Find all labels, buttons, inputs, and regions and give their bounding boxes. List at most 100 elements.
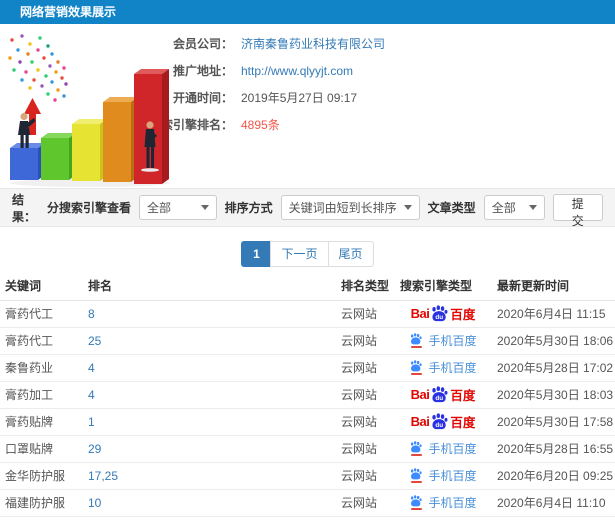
rank-link[interactable]: 1 <box>88 415 95 429</box>
rank-link[interactable]: 4 <box>88 361 95 375</box>
page-1-button[interactable]: 1 <box>241 241 272 267</box>
filter-bar: 结果： 分搜索引擎查看 全部 排序方式 关键词由短到长排序 文章类型 全部 提交 <box>0 188 615 228</box>
updated-cell: 2020年5月30日 17:58 <box>493 408 615 436</box>
table-row: 秦鲁药业 4 云网站 手机百度 2020年5月28日 17:02 <box>0 354 615 382</box>
engine-view-selected: 全部 <box>146 201 171 215</box>
mobile-baidu-paw-icon <box>409 441 423 456</box>
opened-time-row: 开通时间： 2019年5月27日 09:17 <box>140 84 615 111</box>
company-info-section: 会员公司： 济南秦鲁药业科技有限公司 推广地址： http://www.qlyy… <box>0 24 615 188</box>
engine-view-label: 分搜索引擎查看 <box>46 201 131 215</box>
mobile-baidu-logo: 手机百度 <box>409 494 477 511</box>
updated-cell: 2020年6月20日 09:25 <box>493 462 615 490</box>
table-row: 膏药代工 25 云网站 手机百度 2020年5月30日 18:06 <box>0 327 615 355</box>
pagination: 1 下一页 尾页 <box>0 241 615 267</box>
mobile-baidu-paw-icon <box>409 360 423 375</box>
keyword-cell: 膏药代工 <box>0 300 83 328</box>
page-title: 网络营销效果展示 <box>0 0 615 24</box>
chevron-down-icon <box>528 205 537 210</box>
results-label: 结果： <box>12 192 37 224</box>
table-header-row: 关键词 排名 排名类型 搜索引擎类型 最新更新时间 <box>0 272 615 301</box>
rank-count-value: 4895条 <box>241 118 280 132</box>
chevron-down-icon <box>403 205 412 210</box>
mobile-baidu-logo: 手机百度 <box>409 332 477 349</box>
company-link[interactable]: 济南秦鲁药业科技有限公司 <box>241 35 385 52</box>
keyword-cell: 膏药贴牌 <box>0 408 83 436</box>
rank-type-cell: 云网站 <box>336 489 393 517</box>
bar-orange <box>103 97 138 182</box>
header-updated: 最新更新时间 <box>493 272 615 301</box>
mobile-baidu-logo: 手机百度 <box>409 359 477 376</box>
baidu-paw-icon: du <box>432 386 448 403</box>
rank-link[interactable]: 8 <box>88 307 95 321</box>
company-row: 会员公司： 济南秦鲁药业科技有限公司 <box>140 30 615 57</box>
rank-link[interactable]: 29 <box>88 442 101 456</box>
table-row: 福建防护服 10 云网站 手机百度 2020年6月4日 11:10 <box>0 489 615 517</box>
table-row: 膏药贴牌 1 云网站 Bai du 百度 2020年5月30日 17:58 <box>0 408 615 436</box>
updated-cell: 2020年6月4日 11:15 <box>493 300 615 328</box>
rank-link[interactable]: 10 <box>88 496 101 510</box>
header-engine-type: 搜索引擎类型 <box>393 272 493 301</box>
table-row: 膏药代工 8 云网站 Bai du 百度 2020年6月4日 11:15 <box>0 300 615 328</box>
rank-link[interactable]: 17,25 <box>88 469 118 483</box>
submit-button[interactable]: 提交 <box>552 194 603 228</box>
rank-type-cell: 云网站 <box>336 408 393 436</box>
bar-blue <box>10 143 45 180</box>
mobile-baidu-paw-icon <box>409 468 423 483</box>
rank-type-cell: 云网站 <box>336 381 393 409</box>
header-rank: 排名 <box>83 272 336 301</box>
mobile-baidu-logo: 手机百度 <box>409 440 477 457</box>
promo-url-row: 推广地址： http://www.qlyyjt.com <box>140 57 615 84</box>
updated-cell: 2020年5月28日 17:02 <box>493 354 615 382</box>
rank-type-cell: 云网站 <box>336 354 393 382</box>
promo-url-link[interactable]: http://www.qlyyjt.com <box>241 64 353 78</box>
growth-chart-illustration <box>8 34 170 187</box>
baidu-logo: Bai du 百度 <box>410 386 476 403</box>
sort-select[interactable]: 关键词由短到长排序 <box>280 195 420 220</box>
opened-time-value: 2019年5月27日 09:17 <box>241 91 358 105</box>
table-row: 膏药加工 4 云网站 Bai du 百度 2020年5月30日 18:03 <box>0 381 615 409</box>
svg-text:du: du <box>436 395 444 402</box>
article-type-selected: 全部 <box>491 201 516 215</box>
rank-link[interactable]: 4 <box>88 388 95 402</box>
rank-type-cell: 云网站 <box>336 435 393 463</box>
rank-count-row: 搜索引擎排名： 4895条 <box>140 111 615 138</box>
confetti-dots <box>8 34 68 102</box>
sort-label: 排序方式 <box>224 201 273 215</box>
keyword-cell: 口罩贴牌 <box>0 435 83 463</box>
rank-type-cell: 云网站 <box>336 300 393 328</box>
next-page-button[interactable]: 下一页 <box>270 241 329 267</box>
sort-selected: 关键词由短到长排序 <box>288 201 397 215</box>
article-type-select[interactable]: 全部 <box>483 195 545 220</box>
keyword-cell: 膏药加工 <box>0 381 83 409</box>
updated-cell: 2020年5月30日 18:03 <box>493 381 615 409</box>
rank-type-cell: 云网站 <box>336 462 393 490</box>
updated-cell: 2020年5月30日 18:06 <box>493 327 615 355</box>
engine-view-select[interactable]: 全部 <box>138 195 217 220</box>
keyword-cell: 福建防护服 <box>0 489 83 517</box>
mobile-baidu-paw-icon <box>409 495 423 510</box>
table-row: 口罩贴牌 29 云网站 手机百度 2020年5月28日 16:55 <box>0 435 615 463</box>
mobile-baidu-logo: 手机百度 <box>409 467 477 484</box>
keyword-cell: 秦鲁药业 <box>0 354 83 382</box>
keyword-ranking-table: 关键词 排名 排名类型 搜索引擎类型 最新更新时间 膏药代工 8 云网站 Bai… <box>0 272 615 517</box>
updated-cell: 2020年5月28日 16:55 <box>493 435 615 463</box>
last-page-button[interactable]: 尾页 <box>327 241 374 267</box>
article-type-label: 文章类型 <box>427 201 476 215</box>
baidu-logo: Bai du 百度 <box>410 413 476 430</box>
bar-yellow <box>72 119 107 181</box>
updated-cell: 2020年6月4日 11:10 <box>493 489 615 517</box>
rank-type-cell: 云网站 <box>336 327 393 355</box>
svg-text:du: du <box>436 314 444 321</box>
table-row: 金华防护服 17,25 云网站 手机百度 2020年6月20日 09:25 <box>0 462 615 490</box>
keyword-cell: 膏药代工 <box>0 327 83 355</box>
baidu-paw-icon: du <box>432 305 448 322</box>
bar-green <box>41 133 76 180</box>
header-rank-type: 排名类型 <box>336 272 393 301</box>
chevron-down-icon <box>200 205 209 210</box>
rank-link[interactable]: 25 <box>88 334 101 348</box>
svg-text:du: du <box>436 422 444 429</box>
baidu-paw-icon: du <box>432 413 448 430</box>
header-keyword: 关键词 <box>0 272 83 301</box>
mobile-baidu-paw-icon <box>409 333 423 348</box>
keyword-cell: 金华防护服 <box>0 462 83 490</box>
